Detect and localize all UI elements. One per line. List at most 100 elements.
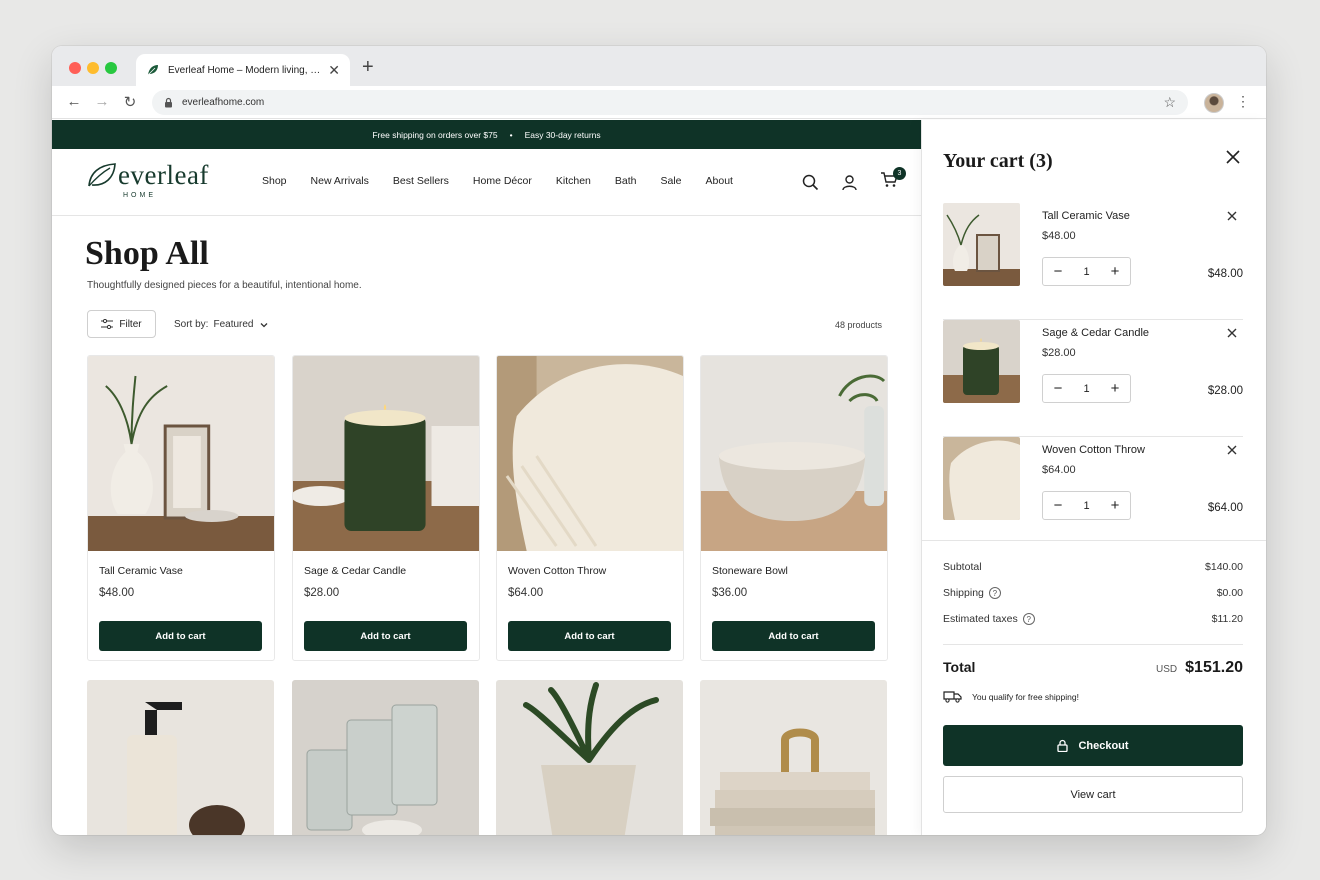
increase-qty-button[interactable]: + <box>1109 497 1121 514</box>
page-title: Shop All <box>85 235 209 272</box>
star-icon[interactable]: ☆ <box>1163 94 1176 111</box>
maximize-window-dot[interactable] <box>105 62 117 74</box>
nav-sale[interactable]: Sale <box>661 175 682 187</box>
quantity-value[interactable]: 1 <box>1083 266 1089 278</box>
increase-qty-button[interactable]: + <box>1109 380 1121 397</box>
decrease-qty-button[interactable]: − <box>1052 263 1064 280</box>
decrease-qty-button[interactable]: − <box>1052 380 1064 397</box>
nav-home-decor[interactable]: Home Décor <box>473 175 532 187</box>
checkout-label: Checkout <box>1078 739 1129 752</box>
lock-icon <box>164 97 173 108</box>
cart-thumb-vase <box>943 203 1020 286</box>
product-card-plant[interactable] <box>496 680 683 835</box>
total-label: Total <box>943 659 976 675</box>
search-icon[interactable] <box>802 174 819 191</box>
address-bar-row: ← → ↻ everleafhome.com ☆ ⋮ <box>52 86 1266 119</box>
product-price: $36.00 <box>712 587 748 599</box>
help-icon[interactable]: ? <box>1022 613 1035 625</box>
nav-kitchen[interactable]: Kitchen <box>556 175 591 187</box>
remove-item-icon[interactable] <box>1227 328 1237 338</box>
url-bar[interactable]: everleafhome.com ☆ <box>152 90 1188 115</box>
cart-item-price: $28.00 <box>1042 347 1076 359</box>
account-icon[interactable] <box>841 174 858 191</box>
tab-bar: Everleaf Home – Modern living, … ✕ + <box>52 46 1266 86</box>
logo-wordmark: everleaf <box>118 159 209 190</box>
sort-value: Featured <box>213 319 254 330</box>
taxes-row: Estimated taxes? $11.20 <box>943 613 1243 625</box>
add-to-cart-button[interactable]: Add to cart <box>99 621 262 651</box>
shipping-label: Shipping <box>943 587 984 599</box>
reload-icon[interactable]: ↻ <box>120 93 140 111</box>
plus-icon[interactable]: + <box>362 56 374 79</box>
close-window-dot[interactable] <box>69 62 81 74</box>
taxes-label: Estimated taxes <box>943 613 1018 625</box>
chevron-down-icon <box>260 322 267 327</box>
product-card-books[interactable] <box>700 680 887 835</box>
shipping-value: $0.00 <box>1216 587 1243 599</box>
view-cart-button[interactable]: View cart <box>943 776 1243 813</box>
cart-item-line-total: $48.00 <box>1207 268 1243 280</box>
product-image-books <box>700 680 887 835</box>
logo-subtitle: HOME <box>123 192 156 199</box>
total-value: $151.20 <box>1185 659 1243 676</box>
header-icons: 3 <box>802 167 906 193</box>
close-cart-icon[interactable] <box>1226 150 1240 164</box>
nav-about[interactable]: About <box>706 175 733 187</box>
product-price: $28.00 <box>304 587 340 599</box>
sort-dropdown[interactable]: Sort by: Featured <box>174 319 269 330</box>
view-cart-label: View cart <box>1070 788 1116 801</box>
cart-item: Sage & Cedar Candle $28.00 − 1 + $28.00 <box>943 320 1243 437</box>
minimize-window-dot[interactable] <box>87 62 99 74</box>
quantity-stepper: − 1 + <box>1042 257 1131 286</box>
product-card[interactable]: Woven Cotton Throw $64.00 Add to cart <box>496 355 684 661</box>
product-name: Tall Ceramic Vase <box>99 565 183 577</box>
increase-qty-button[interactable]: + <box>1109 263 1121 280</box>
checkout-button[interactable]: Checkout <box>943 725 1243 766</box>
browser-tab[interactable]: Everleaf Home – Modern living, … ✕ <box>136 54 350 86</box>
free-shipping-note: You qualify for free shipping! <box>943 690 1079 703</box>
add-to-cart-button[interactable]: Add to cart <box>712 621 875 651</box>
nav-shop[interactable]: Shop <box>262 175 287 187</box>
product-price: $48.00 <box>99 587 135 599</box>
leaf-logo-icon <box>88 163 116 187</box>
quantity-value[interactable]: 1 <box>1083 500 1089 512</box>
cart-item-line-total: $28.00 <box>1207 385 1243 397</box>
product-card-glasses[interactable] <box>292 680 479 835</box>
remove-item-icon[interactable] <box>1227 211 1237 221</box>
forward-arrow-icon[interactable]: → <box>92 93 112 110</box>
nav-new-arrivals[interactable]: New Arrivals <box>311 175 369 187</box>
lock-icon <box>1057 739 1069 752</box>
quantity-value[interactable]: 1 <box>1083 383 1089 395</box>
cart-item-line-total: $64.00 <box>1207 502 1243 514</box>
total-currency: USD <box>1156 664 1178 675</box>
avatar[interactable] <box>1204 93 1224 113</box>
decrease-qty-button[interactable]: − <box>1052 497 1064 514</box>
close-icon[interactable]: ✕ <box>328 62 340 79</box>
add-to-cart-button[interactable]: Add to cart <box>508 621 671 651</box>
product-price: $64.00 <box>508 587 544 599</box>
site-logo[interactable]: everleaf HOME <box>86 159 209 199</box>
product-card[interactable]: Sage & Cedar Candle $28.00 Add to cart <box>292 355 480 661</box>
add-to-cart-button[interactable]: Add to cart <box>304 621 467 651</box>
subtotal-label: Subtotal <box>943 561 982 573</box>
kebab-menu-icon[interactable]: ⋮ <box>1236 93 1250 110</box>
product-card-soap-dispenser[interactable] <box>87 680 274 835</box>
announcement-bar: Free shipping on orders over $75 • Easy … <box>52 120 921 149</box>
product-card[interactable]: Tall Ceramic Vase $48.00 Add to cart <box>87 355 275 661</box>
quantity-stepper: − 1 + <box>1042 491 1131 520</box>
nav-best-sellers[interactable]: Best Sellers <box>393 175 449 187</box>
product-count: 48 products <box>834 320 882 330</box>
back-arrow-icon[interactable]: ← <box>64 93 84 110</box>
nav-bath[interactable]: Bath <box>615 175 637 187</box>
filter-button[interactable]: Filter <box>87 310 156 338</box>
help-icon[interactable]: ? <box>988 587 1001 599</box>
cart-button[interactable]: 3 <box>880 167 906 193</box>
cart-item-price: $64.00 <box>1042 464 1076 476</box>
total-row: Total USD $151.20 <box>943 659 1243 677</box>
sort-label: Sort by: <box>174 319 209 330</box>
cart-count-badge: 3 <box>893 167 906 180</box>
product-card[interactable]: Stoneware Bowl $36.00 Add to cart <box>700 355 888 661</box>
product-name: Stoneware Bowl <box>712 565 788 577</box>
announcement-free-shipping: Free shipping on orders over $75 <box>372 129 498 140</box>
remove-item-icon[interactable] <box>1227 445 1237 455</box>
